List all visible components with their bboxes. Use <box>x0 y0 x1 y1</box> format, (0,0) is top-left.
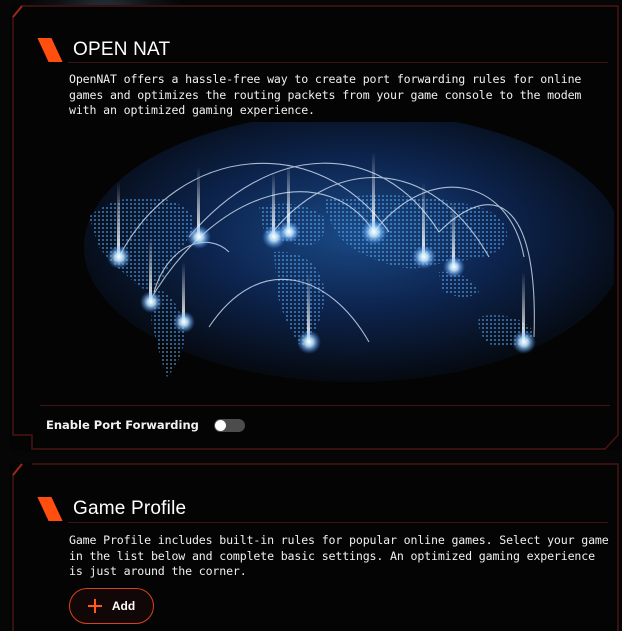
add-button-label: Add <box>111 599 136 613</box>
port-forwarding-label: Enable Port Forwarding <box>46 418 199 432</box>
port-forwarding-toggle[interactable] <box>213 418 245 432</box>
page: OPEN NAT OpenNAT offers a hassle-free wa… <box>0 0 622 631</box>
open-nat-title: OPEN NAT <box>73 39 171 60</box>
title-underline <box>68 62 608 63</box>
game-profile-title: Game Profile <box>73 498 187 519</box>
plus-icon <box>87 599 102 613</box>
open-nat-header: OPEN NAT <box>37 38 171 62</box>
toggle-knob <box>214 419 226 431</box>
game-profile-header: Game Profile <box>37 497 187 521</box>
add-button[interactable]: Add <box>69 588 154 624</box>
world-network-map <box>69 122 614 394</box>
game-profile-description: Game Profile includes built-in rules for… <box>69 533 609 578</box>
port-forwarding-row: Enable Port Forwarding <box>46 418 245 432</box>
open-nat-description: OpenNAT offers a hassle-free way to crea… <box>69 72 582 117</box>
title-underline <box>68 522 608 523</box>
section-divider <box>40 405 610 406</box>
